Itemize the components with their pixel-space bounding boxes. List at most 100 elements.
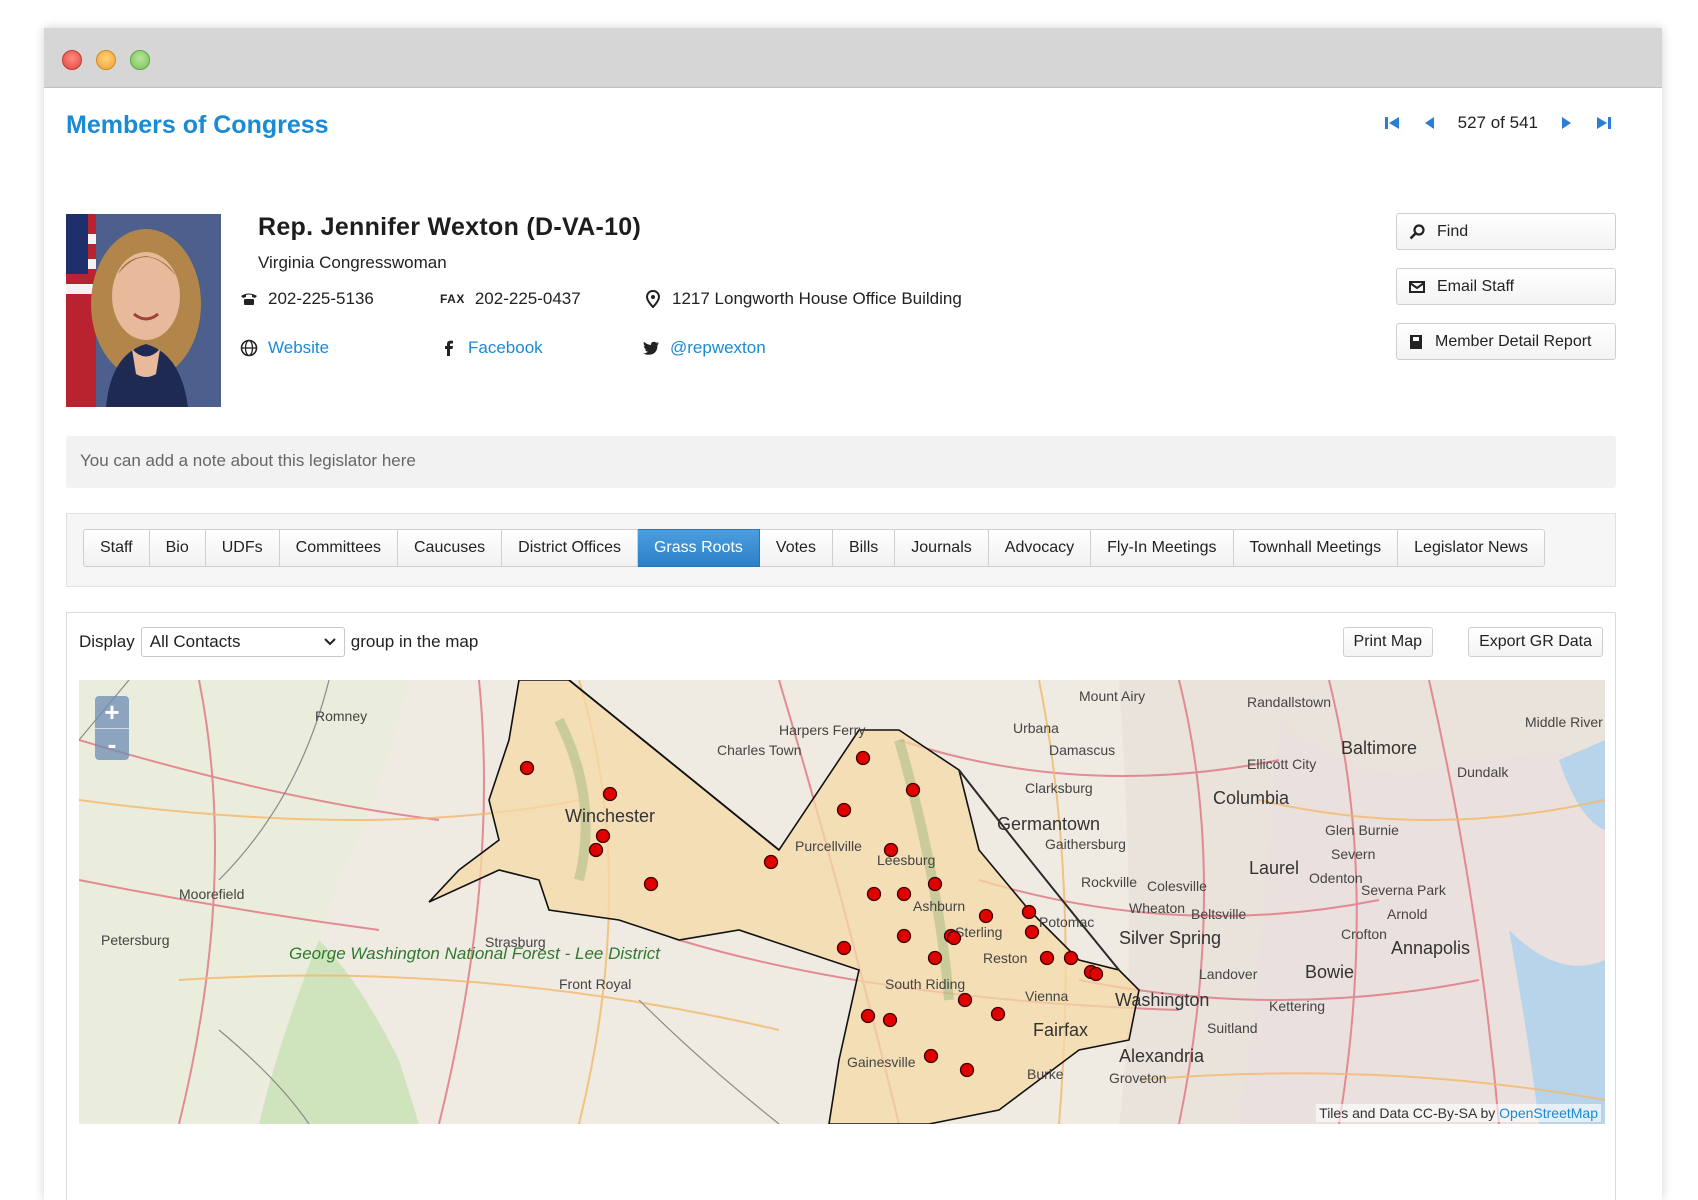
tab-advocacy[interactable]: Advocacy bbox=[988, 529, 1092, 567]
contact-marker[interactable] bbox=[927, 876, 943, 892]
legislator-note-field[interactable]: You can add a note about this legislator… bbox=[66, 436, 1616, 488]
facebook-info: Facebook bbox=[440, 338, 543, 358]
tab-votes[interactable]: Votes bbox=[759, 529, 833, 567]
tab-legislator-news[interactable]: Legislator News bbox=[1398, 529, 1545, 567]
map-pin-icon bbox=[644, 290, 662, 308]
maximize-window-button[interactable] bbox=[130, 50, 150, 70]
contact-marker[interactable] bbox=[595, 828, 611, 844]
find-button[interactable]: Find bbox=[1396, 213, 1616, 250]
search-icon bbox=[1409, 223, 1425, 239]
tab-bar: Staff Bio UDFs Committees Caucuses District O… bbox=[66, 513, 1616, 587]
tab-committees[interactable]: Committees bbox=[279, 529, 398, 567]
tab-townhall-meetings[interactable]: Townhall Meetings bbox=[1233, 529, 1399, 567]
contact-marker[interactable] bbox=[836, 940, 852, 956]
window-titlebar bbox=[44, 28, 1662, 88]
website-link[interactable]: Website bbox=[268, 338, 329, 358]
contact-marker[interactable] bbox=[946, 930, 962, 946]
website-info: Website bbox=[240, 338, 329, 358]
grass-roots-panel: Display All Contacts group in the map Pr… bbox=[66, 612, 1616, 1200]
chevron-down-icon bbox=[324, 638, 336, 646]
tab-bills[interactable]: Bills bbox=[832, 529, 896, 567]
map-attribution: Tiles and Data CC-By-SA by OpenStreetMap bbox=[1316, 1104, 1601, 1122]
member-name: Rep. Jennifer Wexton (D-VA-10) bbox=[258, 213, 642, 241]
contact-marker[interactable] bbox=[957, 992, 973, 1008]
contact-marker[interactable] bbox=[602, 786, 618, 802]
contact-marker[interactable] bbox=[763, 854, 779, 870]
facebook-icon bbox=[440, 339, 458, 357]
last-icon bbox=[1597, 117, 1611, 129]
contact-marker[interactable] bbox=[1088, 966, 1104, 982]
facebook-link[interactable]: Facebook bbox=[468, 338, 543, 358]
contact-marker[interactable] bbox=[1063, 950, 1079, 966]
tab-staff[interactable]: Staff bbox=[83, 529, 150, 567]
phone-number: 202-225-5136 bbox=[268, 289, 374, 308]
office-address: 1217 Longworth House Office Building bbox=[672, 289, 962, 308]
tab-udfs[interactable]: UDFs bbox=[205, 529, 280, 567]
tab-journals[interactable]: Journals bbox=[895, 529, 989, 567]
twitter-icon bbox=[642, 339, 660, 357]
tab-grass-roots[interactable]: Grass Roots bbox=[637, 529, 760, 567]
envelope-icon bbox=[1409, 280, 1425, 293]
contact-marker[interactable] bbox=[959, 1062, 975, 1078]
previous-icon bbox=[1424, 117, 1434, 129]
contact-marker[interactable] bbox=[923, 1048, 939, 1064]
contact-marker[interactable] bbox=[519, 760, 535, 776]
portrait-image bbox=[66, 214, 221, 407]
contact-marker[interactable] bbox=[1039, 950, 1055, 966]
contact-marker[interactable] bbox=[896, 928, 912, 944]
next-record-button[interactable] bbox=[1556, 113, 1576, 133]
contact-marker[interactable] bbox=[883, 842, 899, 858]
phone-icon bbox=[240, 290, 258, 308]
group-suffix-label: group in the map bbox=[350, 632, 479, 651]
print-map-button[interactable]: Print Map bbox=[1342, 627, 1433, 657]
contact-marker[interactable] bbox=[866, 886, 882, 902]
tab-bio[interactable]: Bio bbox=[149, 529, 206, 567]
close-window-button[interactable] bbox=[62, 50, 82, 70]
email-staff-button[interactable]: Email Staff bbox=[1396, 268, 1616, 305]
member-photo bbox=[66, 214, 221, 407]
display-label: Display bbox=[79, 632, 135, 651]
last-record-button[interactable] bbox=[1594, 113, 1614, 133]
fax-label: FAX bbox=[440, 292, 465, 306]
contact-marker[interactable] bbox=[836, 802, 852, 818]
contact-marker[interactable] bbox=[860, 1008, 876, 1024]
member-detail-report-button[interactable]: Member Detail Report bbox=[1396, 323, 1616, 360]
grass-roots-map[interactable]: + - Romney Mount Airy Randallstown Middle R… bbox=[79, 680, 1605, 1124]
selected-group: All Contacts bbox=[149, 632, 241, 651]
twitter-link[interactable]: @repwexton bbox=[670, 338, 766, 358]
page-content: Members of Congress 527 of 541 Rep. Jenn… bbox=[44, 89, 1662, 1200]
contact-marker[interactable] bbox=[927, 950, 943, 966]
tab-district-offices[interactable]: District Offices bbox=[502, 529, 638, 567]
contact-marker[interactable] bbox=[588, 842, 604, 858]
minimize-window-button[interactable] bbox=[96, 50, 116, 70]
attribution-text: Tiles and Data CC-By-SA by bbox=[1319, 1105, 1496, 1121]
tab-list: Staff Bio UDFs Committees Caucuses District O… bbox=[83, 529, 1545, 567]
contact-marker[interactable] bbox=[882, 1012, 898, 1028]
record-pager: 527 of 541 bbox=[1382, 113, 1614, 133]
next-icon bbox=[1562, 117, 1571, 129]
email-staff-label: Email Staff bbox=[1437, 277, 1515, 295]
fax-number: 202-225-0437 bbox=[474, 289, 581, 308]
contact-marker[interactable] bbox=[905, 782, 921, 798]
tab-caucuses[interactable]: Caucuses bbox=[398, 529, 503, 567]
export-gr-data-button[interactable]: Export GR Data bbox=[1468, 627, 1603, 657]
display-filter: Display All Contacts group in the map bbox=[79, 627, 478, 657]
contact-markers bbox=[519, 750, 1104, 1078]
tab-fly-in-meetings[interactable]: Fly-In Meetings bbox=[1091, 529, 1234, 567]
openstreetmap-link[interactable]: OpenStreetMap bbox=[1499, 1105, 1598, 1121]
previous-record-button[interactable] bbox=[1420, 113, 1440, 133]
contact-marker[interactable] bbox=[855, 750, 871, 766]
member-detail-report-label: Member Detail Report bbox=[1435, 332, 1592, 350]
record-position: 527 of 541 bbox=[1457, 113, 1538, 132]
report-icon bbox=[1410, 334, 1422, 349]
contact-marker[interactable] bbox=[978, 908, 994, 924]
contact-marker[interactable] bbox=[990, 1006, 1006, 1022]
contact-marker[interactable] bbox=[896, 886, 912, 902]
contact-group-select[interactable]: All Contacts bbox=[140, 627, 345, 657]
fax-info: FAX 202-225-0437 bbox=[440, 289, 581, 309]
contact-marker[interactable] bbox=[643, 876, 659, 892]
first-icon bbox=[1384, 117, 1399, 129]
first-record-button[interactable] bbox=[1382, 113, 1402, 133]
contact-marker[interactable] bbox=[1021, 904, 1037, 920]
contact-marker[interactable] bbox=[1024, 924, 1040, 940]
